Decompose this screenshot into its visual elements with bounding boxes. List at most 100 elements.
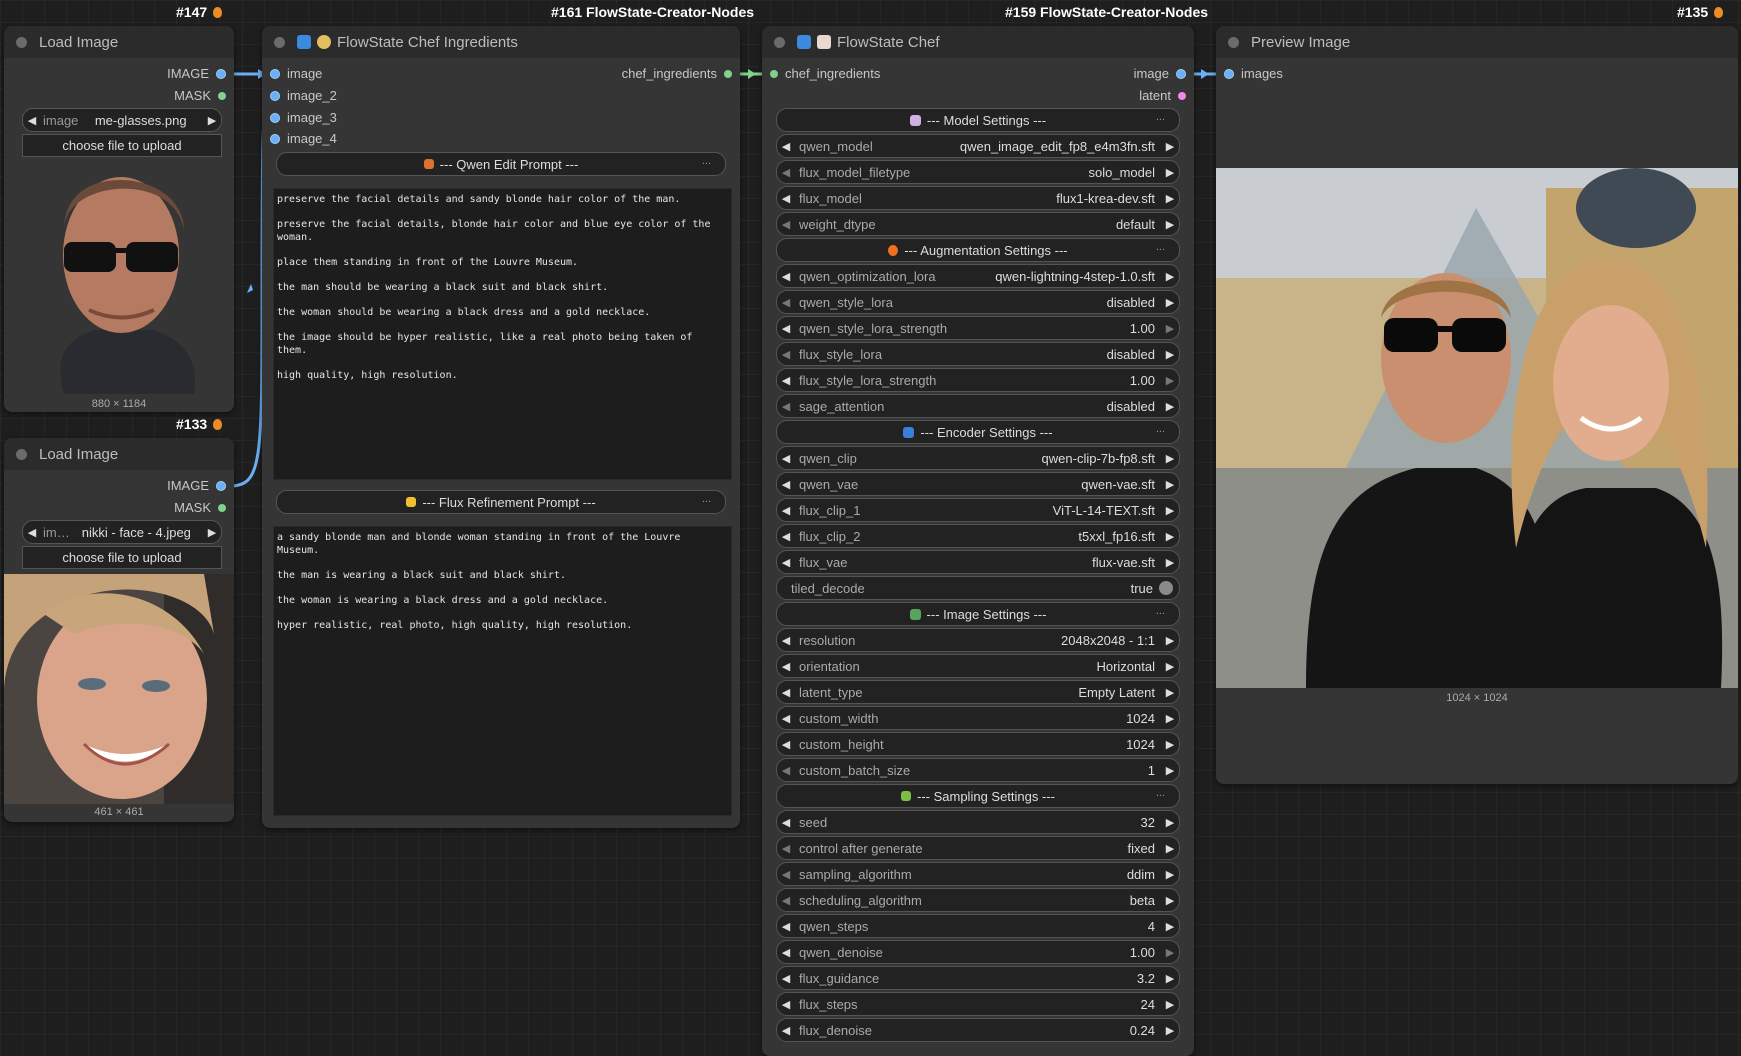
left-arrow-icon[interactable]: ◀ <box>777 166 795 179</box>
widget-qwen-denoise[interactable]: ◀ qwen_denoise 1.00 ▶ <box>776 940 1180 964</box>
right-arrow-icon[interactable]: ▶ <box>1161 400 1179 413</box>
left-arrow-icon[interactable]: ◀ <box>777 634 795 647</box>
section-menu[interactable]: ... <box>1156 605 1165 617</box>
right-arrow-icon[interactable]: ▶ <box>1161 920 1179 933</box>
output-image-port[interactable]: image <box>1134 66 1186 81</box>
encoder-settings-section[interactable]: --- Encoder Settings ---... <box>776 420 1180 444</box>
collapse-dot[interactable] <box>774 36 785 48</box>
model-settings-section[interactable]: --- Model Settings ---... <box>776 108 1180 132</box>
widget-qwen-vae[interactable]: ◀ qwen_vae qwen-vae.sft ▶ <box>776 472 1180 496</box>
right-arrow-icon[interactable]: ▶ <box>1161 296 1179 309</box>
image-select[interactable]: ◀ im… nikki - face - 4.jpeg ▶ <box>22 520 222 544</box>
input-chef-ingredients-port[interactable]: chef_ingredients <box>770 66 880 81</box>
widget-qwen-clip[interactable]: ◀ qwen_clip qwen-clip-7b-fp8.sft ▶ <box>776 446 1180 470</box>
port-dot[interactable] <box>216 480 226 491</box>
widget-flux-clip-1[interactable]: ◀ flux_clip_1 ViT-L-14-TEXT.sft ▶ <box>776 498 1180 522</box>
widget-orientation[interactable]: ◀ orientation Horizontal ▶ <box>776 654 1180 678</box>
section-menu[interactable]: ... <box>1156 111 1165 123</box>
left-arrow-icon[interactable]: ◀ <box>777 400 795 413</box>
right-arrow-icon[interactable]: ▶ <box>1161 140 1179 153</box>
load-image-node-1[interactable]: Load Image IMAGE MASK ◀ image me-glasses.p… <box>4 26 234 412</box>
left-arrow-icon[interactable]: ◀ <box>777 920 795 933</box>
right-arrow-icon[interactable]: ▶ <box>203 114 221 127</box>
left-arrow-icon[interactable]: ◀ <box>777 140 795 153</box>
flux-refinement-prompt-section[interactable]: --- Flux Refinement Prompt ---... <box>276 490 726 514</box>
input-image-port[interactable]: image <box>270 66 322 81</box>
widget-scheduling-algorithm[interactable]: ◀ scheduling_algorithm beta ▶ <box>776 888 1180 912</box>
output-image-port[interactable]: IMAGE <box>167 478 226 493</box>
port-dot[interactable] <box>724 69 732 78</box>
port-dot[interactable] <box>218 91 226 100</box>
node-title-bar[interactable]: Preview Image <box>1216 26 1738 58</box>
port-dot[interactable] <box>270 68 280 79</box>
left-arrow-icon[interactable]: ◀ <box>23 114 41 127</box>
left-arrow-icon[interactable]: ◀ <box>777 322 795 335</box>
right-arrow-icon[interactable]: ▶ <box>1161 868 1179 881</box>
input-image-2-port[interactable]: image_2 <box>270 88 337 103</box>
output-mask-port[interactable]: MASK <box>174 500 226 515</box>
port-dot[interactable] <box>270 133 280 144</box>
right-arrow-icon[interactable]: ▶ <box>1161 764 1179 777</box>
widget-flux-model[interactable]: ◀ flux_model flux1-krea-dev.sft ▶ <box>776 186 1180 210</box>
left-arrow-icon[interactable]: ◀ <box>777 192 795 205</box>
collapse-dot[interactable] <box>274 36 285 48</box>
right-arrow-icon[interactable]: ▶ <box>1161 816 1179 829</box>
widget-seed[interactable]: ◀ seed 32 ▶ <box>776 810 1180 834</box>
image-settings-section[interactable]: --- Image Settings ---... <box>776 602 1180 626</box>
left-arrow-icon[interactable]: ◀ <box>777 660 795 673</box>
output-latent-port[interactable]: latent <box>1139 88 1186 103</box>
left-arrow-icon[interactable]: ◀ <box>777 218 795 231</box>
qwen-prompt-textarea[interactable]: preserve the facial details and sandy bl… <box>273 188 732 480</box>
collapse-dot[interactable] <box>1228 36 1239 48</box>
collapse-dot[interactable] <box>16 448 27 460</box>
widget-flux-clip-2[interactable]: ◀ flux_clip_2 t5xxl_fp16.sft ▶ <box>776 524 1180 548</box>
widget-sage-attention[interactable]: ◀ sage_attention disabled ▶ <box>776 394 1180 418</box>
widget-resolution[interactable]: ◀ resolution 2048x2048 - 1:1 ▶ <box>776 628 1180 652</box>
node-title-bar[interactable]: FlowState Chef <box>762 26 1194 58</box>
left-arrow-icon[interactable]: ◀ <box>777 738 795 751</box>
image-select[interactable]: ◀ image me-glasses.png ▶ <box>22 108 222 132</box>
left-arrow-icon[interactable]: ◀ <box>777 296 795 309</box>
left-arrow-icon[interactable]: ◀ <box>777 946 795 959</box>
right-arrow-icon[interactable]: ▶ <box>203 526 221 539</box>
chef-node[interactable]: FlowState Chef chef_ingredients image la… <box>762 26 1194 1056</box>
left-arrow-icon[interactable]: ◀ <box>777 556 795 569</box>
right-arrow-icon[interactable]: ▶ <box>1161 504 1179 517</box>
left-arrow-icon[interactable]: ◀ <box>777 270 795 283</box>
widget-control-after-generate[interactable]: ◀ control after generate fixed ▶ <box>776 836 1180 860</box>
port-dot[interactable] <box>218 503 226 512</box>
right-arrow-icon[interactable]: ▶ <box>1161 998 1179 1011</box>
widget-flux-model-filetype[interactable]: ◀ flux_model_filetype solo_model ▶ <box>776 160 1180 184</box>
widget-qwen-optimization-lora[interactable]: ◀ qwen_optimization_lora qwen-lightning-4s… <box>776 264 1180 288</box>
right-arrow-icon[interactable]: ▶ <box>1161 530 1179 543</box>
chef-ingredients-node[interactable]: FlowState Chef Ingredients image image_2… <box>262 26 740 828</box>
right-arrow-icon[interactable]: ▶ <box>1161 686 1179 699</box>
left-arrow-icon[interactable]: ◀ <box>777 686 795 699</box>
left-arrow-icon[interactable]: ◀ <box>777 764 795 777</box>
upload-button[interactable]: choose file to upload <box>22 134 222 157</box>
right-arrow-icon[interactable]: ▶ <box>1161 738 1179 751</box>
widget-flux-guidance[interactable]: ◀ flux_guidance 3.2 ▶ <box>776 966 1180 990</box>
toggle-switch[interactable] <box>1159 581 1173 595</box>
widget-flux-steps[interactable]: ◀ flux_steps 24 ▶ <box>776 992 1180 1016</box>
left-arrow-icon[interactable]: ◀ <box>777 868 795 881</box>
node-title-bar[interactable]: Load Image <box>4 26 234 58</box>
widget-sampling-algorithm[interactable]: ◀ sampling_algorithm ddim ▶ <box>776 862 1180 886</box>
right-arrow-icon[interactable]: ▶ <box>1161 166 1179 179</box>
right-arrow-icon[interactable]: ▶ <box>1161 270 1179 283</box>
right-arrow-icon[interactable]: ▶ <box>1161 894 1179 907</box>
widget-weight-dtype[interactable]: ◀ weight_dtype default ▶ <box>776 212 1180 236</box>
widget-latent-type[interactable]: ◀ latent_type Empty Latent ▶ <box>776 680 1180 704</box>
widget-tiled-decode[interactable]: tiled_decode true <box>776 576 1180 600</box>
section-menu[interactable]: ... <box>702 493 711 505</box>
load-image-node-2[interactable]: Load Image IMAGE MASK ◀ im… nikki - face -… <box>4 438 234 822</box>
widget-qwen-steps[interactable]: ◀ qwen_steps 4 ▶ <box>776 914 1180 938</box>
port-dot[interactable] <box>270 112 280 123</box>
input-image-4-port[interactable]: image_4 <box>270 131 337 146</box>
left-arrow-icon[interactable]: ◀ <box>777 842 795 855</box>
right-arrow-icon[interactable]: ▶ <box>1161 478 1179 491</box>
right-arrow-icon[interactable]: ▶ <box>1161 452 1179 465</box>
right-arrow-icon[interactable]: ▶ <box>1161 374 1179 387</box>
input-image-3-port[interactable]: image_3 <box>270 110 337 125</box>
sampling-settings-section[interactable]: --- Sampling Settings ---... <box>776 784 1180 808</box>
